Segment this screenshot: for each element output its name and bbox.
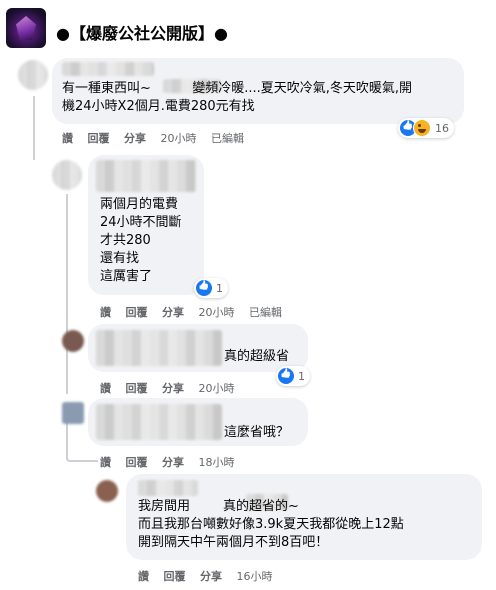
reaction-summary[interactable]: 16: [398, 118, 454, 138]
reply-button[interactable]: 回覆: [126, 306, 148, 319]
timestamp[interactable]: 20小時: [161, 132, 197, 145]
edited-label: 已編輯: [211, 132, 244, 145]
comment-actions: 讚 回覆 分享 18小時: [100, 454, 246, 470]
thread-line: [66, 194, 68, 394]
like-icon: [196, 280, 212, 296]
avatar[interactable]: [52, 160, 82, 190]
like-button[interactable]: 讚: [100, 306, 111, 319]
comment-text: 我房間用 真的超省的~ 而且我那台噸數好像3.9k夏天我都從晚上12點 開到隔天…: [138, 499, 404, 550]
author-name-blurred[interactable]: [96, 330, 222, 366]
share-button[interactable]: 分享: [162, 382, 184, 395]
timestamp[interactable]: 16小時: [237, 570, 273, 583]
reaction-summary[interactable]: 1: [194, 278, 228, 298]
reply-button[interactable]: 回覆: [88, 132, 110, 145]
share-button[interactable]: 分享: [162, 456, 184, 469]
comment-actions: 讚 回覆 分享 20小時 已編輯: [100, 304, 293, 320]
share-button[interactable]: 分享: [124, 132, 146, 145]
reaction-count: 1: [298, 369, 305, 383]
avatar[interactable]: [18, 60, 48, 90]
comment-text: 這麼省哦？: [224, 425, 290, 440]
haha-icon: [413, 119, 431, 137]
reaction-summary[interactable]: 1: [276, 366, 310, 386]
timestamp[interactable]: 18小時: [199, 456, 235, 469]
author-name-blurred[interactable]: [96, 160, 196, 192]
author-name-blurred[interactable]: [96, 404, 222, 440]
avatar[interactable]: [96, 480, 118, 502]
like-button[interactable]: 讚: [62, 132, 73, 145]
comment-text: 兩個月的電費 24小時不間斷 才共280 還有找 這厲害了: [100, 197, 182, 284]
share-button[interactable]: 分享: [162, 306, 184, 319]
thread-line: [66, 420, 68, 460]
group-header: ●【爆廢公社公開版】●: [0, 0, 496, 58]
avatar[interactable]: [62, 402, 84, 424]
reply-button[interactable]: 回覆: [126, 456, 148, 469]
share-button[interactable]: 分享: [200, 570, 222, 583]
avatar[interactable]: [62, 330, 84, 352]
like-button[interactable]: 讚: [100, 456, 111, 469]
reaction-count: 16: [435, 121, 449, 135]
like-button[interactable]: 讚: [138, 570, 149, 583]
comment-actions: 讚 回覆 分享 20小時 已編輯: [62, 130, 255, 146]
reply-button[interactable]: 回覆: [164, 570, 186, 583]
timestamp[interactable]: 20小時: [199, 382, 235, 395]
like-button[interactable]: 讚: [100, 382, 111, 395]
edited-label: 已編輯: [249, 306, 282, 319]
group-title[interactable]: ●【爆廢公社公開版】●: [56, 20, 228, 44]
comment-text: 真的超級省: [224, 349, 290, 364]
like-icon: [278, 368, 294, 384]
reaction-count: 1: [216, 281, 223, 295]
author-name-blurred[interactable]: [138, 480, 198, 496]
comment-actions: 讚 回覆 分享 20小時: [100, 380, 246, 396]
comment-actions: 讚 回覆 分享 16小時: [138, 568, 284, 584]
thread-line: [33, 96, 35, 160]
comment-text: 有一種東西叫~ 變頻冷暖....夏天吹冷氣,冬天吹暖氣,開 機24小時X2個月.…: [62, 81, 413, 114]
group-avatar[interactable]: [6, 8, 46, 48]
author-name-blurred[interactable]: [62, 62, 154, 76]
timestamp[interactable]: 20小時: [199, 306, 235, 319]
thread-line: [66, 458, 98, 462]
reply-button[interactable]: 回覆: [126, 382, 148, 395]
